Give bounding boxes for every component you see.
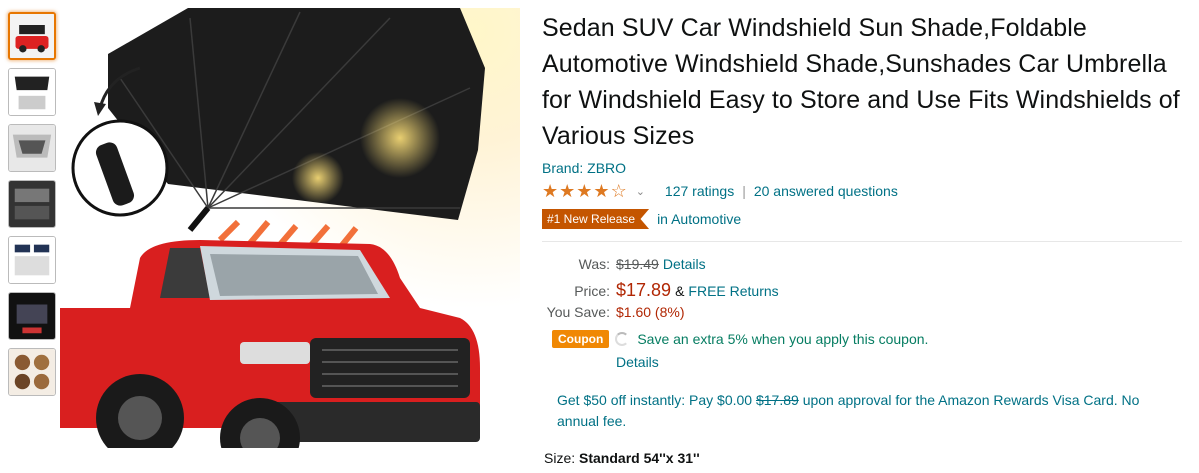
promo-text-1: Get $50 off instantly: Pay $0.00 [557, 392, 753, 408]
bestseller-row: #1 New Release in Automotive [542, 208, 1187, 230]
promo-strike-price: $17.89 [755, 392, 799, 408]
ratings-count-link[interactable]: 127 ratings [665, 183, 734, 199]
was-details-link[interactable]: Details [663, 256, 706, 272]
price-row: Price: $17.89 & FREE Returns [542, 280, 1187, 304]
loading-spinner-icon [615, 332, 630, 346]
new-release-badge[interactable]: #1 New Release [542, 209, 650, 229]
size-row: Size: Standard 54''x 31'' [544, 450, 1187, 466]
coupon-text[interactable]: Save an extra 5% when you apply this cou… [637, 331, 928, 347]
thumbnail-2[interactable] [8, 68, 56, 116]
product-title: Sedan SUV Car Windshield Sun Shade,Folda… [542, 14, 1180, 150]
was-price: $19.49 [616, 256, 659, 272]
thumbnail-7[interactable] [8, 348, 56, 396]
savings-row: You Save: $1.60 (8%) [542, 304, 1187, 328]
thumbnail-4[interactable] [8, 180, 56, 228]
coupon-badge: Coupon [552, 330, 610, 348]
divider [542, 241, 1182, 242]
main-product-image[interactable] [60, 8, 520, 470]
star-empty-icon: ☆ [610, 180, 628, 201]
credit-card-promo[interactable]: Get $50 off instantly: Pay $0.00 $17.89 … [557, 390, 1177, 432]
chevron-down-icon[interactable]: ⌄ [636, 185, 645, 198]
size-label: Size: [544, 450, 576, 466]
badge-category-link[interactable]: in Automotive [657, 211, 741, 227]
star-icon: ★ [542, 180, 560, 201]
was-price-row: Was: $19.49 Details [542, 256, 1187, 280]
coupon-details-link[interactable]: Details [616, 354, 1187, 370]
current-price: $17.89 [616, 280, 672, 300]
separator: | [742, 183, 746, 199]
size-value: Standard 54''x 31'' [579, 450, 700, 466]
coupon-row: Coupon Save an extra 5% when you apply t… [542, 328, 1187, 350]
star-rating-icon[interactable]: ★ ★ ★ ★ ☆ [542, 181, 628, 202]
price-label: Price: [574, 283, 610, 299]
thumbnail-strip [8, 12, 58, 404]
was-label: Was: [578, 256, 610, 272]
savings-value: $1.60 (8%) [616, 304, 685, 320]
ampersand: & [675, 283, 685, 299]
price-table: Was: $19.49 Details Price: $17.89 & FREE… [542, 256, 1187, 328]
thumbnail-6[interactable] [8, 292, 56, 340]
star-icon: ★ [593, 180, 611, 201]
star-icon: ★ [576, 180, 594, 201]
brand-link[interactable]: Brand: ZBRO [542, 160, 1187, 176]
product-info: Sedan SUV Car Windshield Sun Shade,Folda… [542, 10, 1187, 466]
answered-questions-link[interactable]: 20 answered questions [754, 183, 898, 199]
star-icon: ★ [559, 180, 577, 201]
thumbnail-3[interactable] [8, 124, 56, 172]
free-returns-link[interactable]: FREE Returns [688, 283, 778, 299]
thumbnail-5[interactable] [8, 236, 56, 284]
thumbnail-1[interactable] [8, 12, 56, 60]
rating-row: ★ ★ ★ ★ ☆ ⌄ 127 ratings | 20 answered qu… [542, 180, 1187, 202]
save-label: You Save: [546, 304, 610, 320]
